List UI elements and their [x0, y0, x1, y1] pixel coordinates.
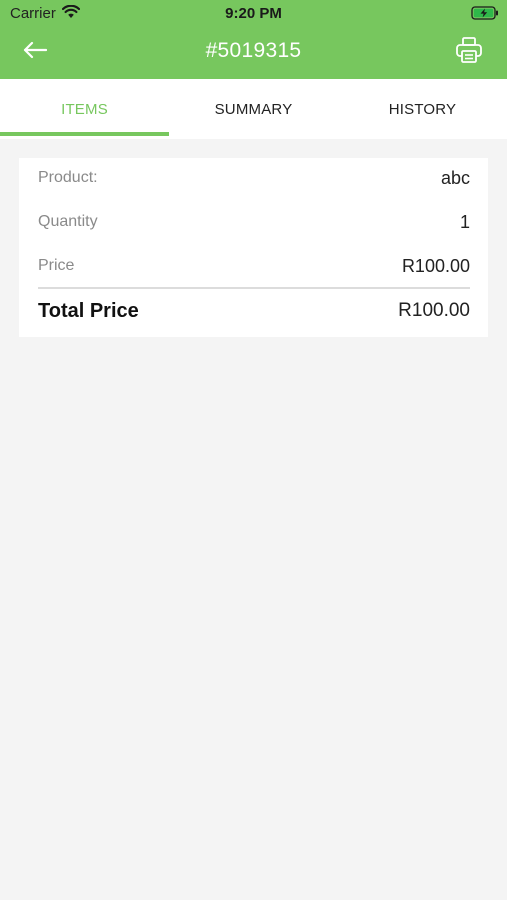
status-time: 9:20 PM: [225, 5, 282, 22]
total-value: R100.00: [398, 300, 470, 321]
divider: [38, 287, 470, 289]
back-button[interactable]: [18, 38, 52, 66]
page-title: #5019315: [205, 39, 302, 62]
header: Carrier 9:20 PM #5019315: [0, 0, 507, 79]
total-label: Total Price: [38, 299, 139, 322]
printer-icon: [455, 36, 483, 69]
tab-history[interactable]: HISTORY: [338, 79, 507, 139]
status-bar: Carrier 9:20 PM: [0, 0, 507, 26]
total-row: Total Price R100.00: [38, 298, 470, 324]
price-value: R100.00: [401, 255, 470, 276]
quantity-value: 1: [459, 211, 470, 232]
item-card: Product: abc Quantity 1 Price R100.00 To…: [19, 158, 488, 337]
tab-bar: ITEMS SUMMARY HISTORY: [0, 79, 507, 139]
tab-summary[interactable]: SUMMARY: [169, 79, 338, 139]
nav-bar: #5019315: [0, 26, 507, 79]
battery-charging-icon: [471, 6, 499, 20]
price-label: Price: [38, 257, 75, 274]
product-value: abc: [440, 167, 470, 188]
product-row: Product: abc: [38, 166, 470, 190]
arrow-left-icon: [23, 41, 48, 64]
print-button[interactable]: [453, 36, 485, 68]
quantity-label: Quantity: [38, 213, 98, 230]
tab-items[interactable]: ITEMS: [0, 79, 169, 139]
price-row: Price R100.00: [38, 254, 470, 278]
product-label: Product:: [38, 169, 98, 186]
quantity-row: Quantity 1: [38, 210, 470, 234]
